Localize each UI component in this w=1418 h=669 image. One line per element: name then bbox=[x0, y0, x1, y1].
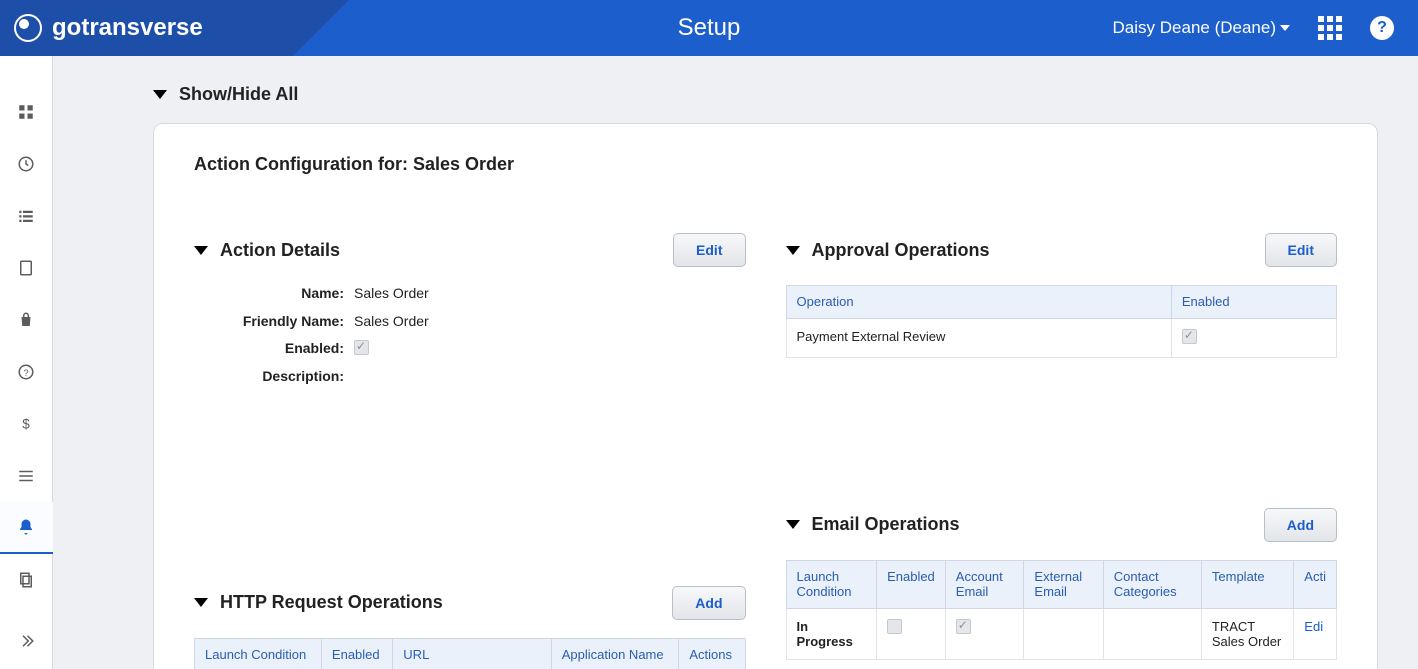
email-col-contact[interactable]: Contact Categories bbox=[1103, 560, 1201, 608]
label-name: Name: bbox=[224, 285, 354, 303]
http-col-actions[interactable]: Actions bbox=[679, 638, 745, 669]
chevron-down-icon bbox=[194, 598, 208, 607]
http-section: HTTP Request Operations Add Launch Condi… bbox=[194, 586, 746, 669]
toggle-all[interactable]: Show/Hide All bbox=[153, 84, 1378, 105]
sidebar-bell[interactable] bbox=[0, 502, 53, 554]
email-col-launch[interactable]: Launch Condition bbox=[786, 560, 877, 608]
email-section: Email Operations Add Launch Condition En… bbox=[786, 508, 1338, 660]
bag-icon bbox=[17, 311, 35, 329]
sidebar-clock[interactable] bbox=[0, 138, 53, 190]
email-template-cell: TRACT Sales Order bbox=[1201, 608, 1293, 659]
action-details-section: Action Details Edit Name: Sales Order Fr… bbox=[194, 233, 746, 386]
apps-icon[interactable] bbox=[1318, 16, 1342, 40]
sidebar-bag[interactable] bbox=[0, 294, 53, 346]
grid-icon bbox=[17, 103, 35, 121]
copy-icon bbox=[17, 571, 35, 589]
email-col-template[interactable]: Template bbox=[1201, 560, 1293, 608]
email-col-external[interactable]: External Email bbox=[1024, 560, 1103, 608]
sidebar-help[interactable]: ? bbox=[0, 346, 53, 398]
brand-area: gotransverse bbox=[0, 0, 293, 56]
action-details-title: Action Details bbox=[220, 240, 340, 261]
sidebar-list[interactable] bbox=[0, 190, 53, 242]
page-title: Setup bbox=[678, 14, 741, 42]
label-description: Description: bbox=[224, 368, 354, 386]
edit-action-details-button[interactable]: Edit bbox=[673, 233, 745, 267]
table-row: In Progress TRACT Sales Order Edi bbox=[786, 608, 1337, 659]
approval-table: Operation Enabled Payment External Revie… bbox=[786, 285, 1338, 358]
chevron-down-icon bbox=[194, 246, 208, 255]
list-icon bbox=[17, 207, 35, 225]
svg-text:$: $ bbox=[22, 417, 30, 432]
email-table: Launch Condition Enabled Account Email E… bbox=[786, 560, 1338, 660]
enabled-checkbox bbox=[354, 340, 369, 355]
chevron-right-icon bbox=[17, 632, 35, 650]
email-launch-cell: In Progress bbox=[786, 608, 877, 659]
email-col-actions[interactable]: Acti bbox=[1294, 560, 1337, 608]
sidebar-copy[interactable] bbox=[0, 554, 53, 606]
value-friendly-name: Sales Order bbox=[354, 313, 746, 329]
email-col-account[interactable]: Account Email bbox=[945, 560, 1024, 608]
chevron-down-icon bbox=[1280, 25, 1290, 31]
approval-col-operation[interactable]: Operation bbox=[786, 286, 1171, 319]
http-col-url[interactable]: URL bbox=[393, 638, 551, 669]
approval-op-cell: Payment External Review bbox=[786, 318, 1171, 357]
add-http-button[interactable]: Add bbox=[672, 586, 745, 620]
email-toggle[interactable]: Email Operations bbox=[786, 514, 960, 535]
app-header: gotransverse Setup Daisy Deane (Deane) ? bbox=[0, 0, 1418, 56]
chevron-down-icon bbox=[153, 90, 167, 99]
email-col-enabled[interactable]: Enabled bbox=[877, 560, 946, 608]
approval-col-enabled[interactable]: Enabled bbox=[1171, 286, 1336, 319]
menu-icon bbox=[17, 467, 35, 485]
approval-title: Approval Operations bbox=[812, 240, 990, 261]
approval-enabled-checkbox bbox=[1182, 329, 1197, 344]
user-name: Daisy Deane (Deane) bbox=[1113, 18, 1276, 38]
table-row: Payment External Review bbox=[786, 318, 1337, 357]
sidebar: ? $ bbox=[0, 56, 53, 669]
brand-name: gotransverse bbox=[52, 14, 203, 42]
edit-approval-button[interactable]: Edit bbox=[1265, 233, 1337, 267]
email-account-checkbox bbox=[956, 619, 971, 634]
logo-icon bbox=[14, 14, 42, 42]
approval-toggle[interactable]: Approval Operations bbox=[786, 240, 990, 261]
user-menu[interactable]: Daisy Deane (Deane) bbox=[1113, 18, 1290, 38]
email-enabled-checkbox bbox=[887, 619, 902, 634]
config-card: Action Configuration for: Sales Order Ac… bbox=[153, 123, 1378, 669]
help-icon[interactable]: ? bbox=[1370, 16, 1394, 40]
bell-icon bbox=[17, 518, 35, 536]
action-details-toggle[interactable]: Action Details bbox=[194, 240, 340, 261]
chevron-down-icon bbox=[786, 520, 800, 529]
label-friendly-name: Friendly Name: bbox=[224, 313, 354, 331]
question-icon: ? bbox=[17, 363, 35, 381]
clock-icon bbox=[17, 155, 35, 173]
chevron-down-icon bbox=[786, 246, 800, 255]
svg-text:?: ? bbox=[23, 368, 28, 378]
sidebar-dashboard[interactable] bbox=[0, 86, 53, 138]
card-title: Action Configuration for: Sales Order bbox=[194, 154, 1337, 175]
document-icon bbox=[17, 259, 35, 277]
label-enabled: Enabled: bbox=[224, 340, 354, 358]
toggle-all-label: Show/Hide All bbox=[179, 84, 298, 105]
http-col-app[interactable]: Application Name bbox=[551, 638, 679, 669]
add-email-button[interactable]: Add bbox=[1264, 508, 1337, 542]
sidebar-expand[interactable] bbox=[17, 632, 35, 655]
value-name: Sales Order bbox=[354, 285, 746, 301]
sidebar-doc[interactable] bbox=[0, 242, 53, 294]
dollar-icon: $ bbox=[17, 415, 35, 433]
http-table: Launch Condition Enabled URL Application… bbox=[194, 638, 746, 669]
http-col-launch[interactable]: Launch Condition bbox=[195, 638, 322, 669]
left-column: Action Details Edit Name: Sales Order Fr… bbox=[194, 233, 746, 669]
approval-section: Approval Operations Edit Operation Enabl… bbox=[786, 233, 1338, 358]
email-title: Email Operations bbox=[812, 514, 960, 535]
main-content: Show/Hide All Action Configuration for: … bbox=[53, 56, 1418, 669]
http-title: HTTP Request Operations bbox=[220, 592, 443, 613]
sidebar-dollar[interactable]: $ bbox=[0, 398, 53, 450]
right-column: Approval Operations Edit Operation Enabl… bbox=[786, 233, 1338, 669]
http-toggle[interactable]: HTTP Request Operations bbox=[194, 592, 443, 613]
sidebar-menu[interactable] bbox=[0, 450, 53, 502]
http-col-enabled[interactable]: Enabled bbox=[321, 638, 392, 669]
email-actions-cell[interactable]: Edi bbox=[1294, 608, 1337, 659]
